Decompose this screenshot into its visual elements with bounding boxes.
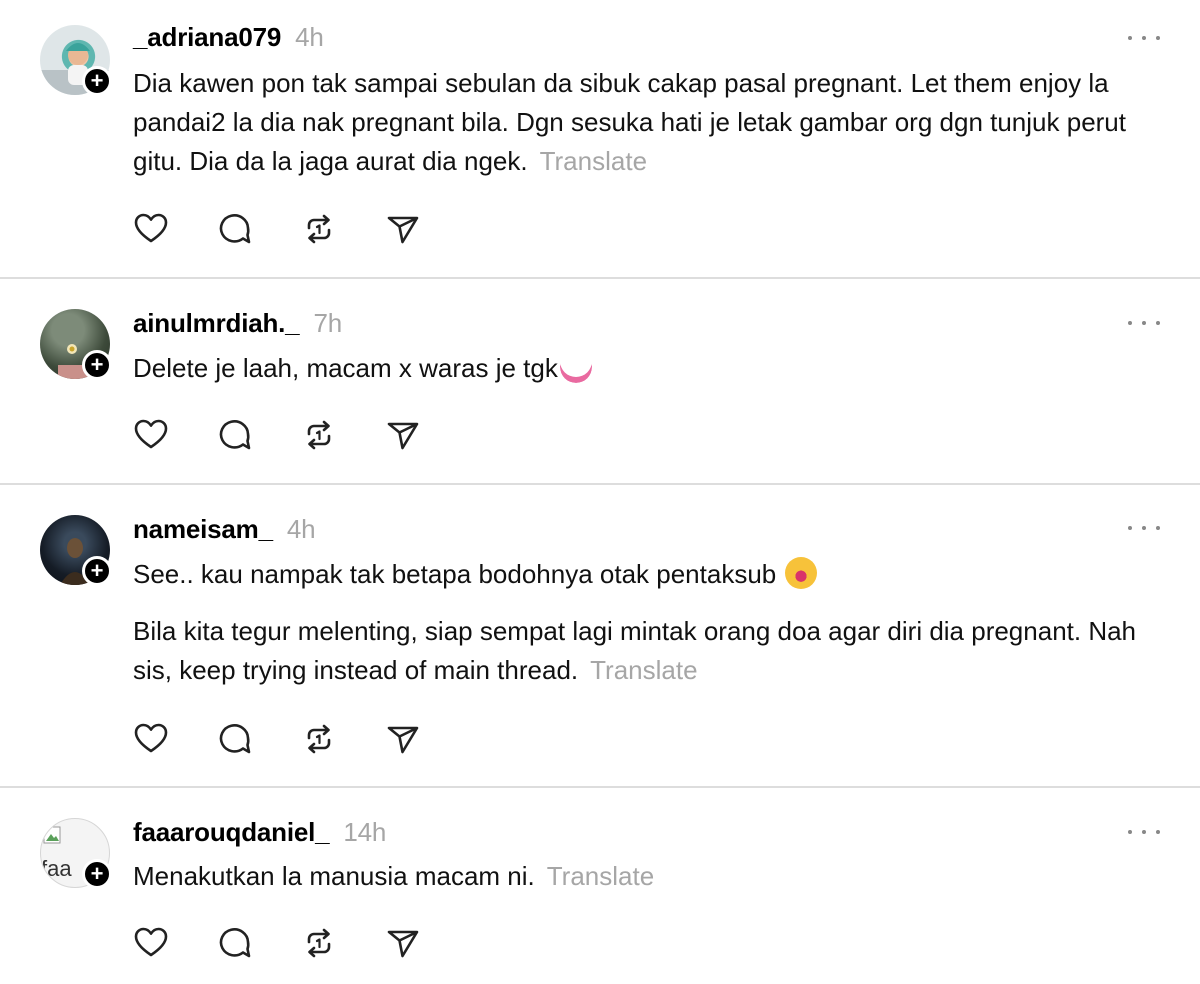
heart-icon[interactable] <box>133 211 169 247</box>
post-faaarouqdaniel: faa + faaarouqdaniel_ 14h Menakutkan la m… <box>0 789 1200 984</box>
follow-plus-icon[interactable]: + <box>82 350 112 380</box>
post-time[interactable]: 4h <box>295 22 324 52</box>
follow-plus-icon[interactable]: + <box>82 556 112 586</box>
post-ainulmrdiah: + ainulmrdiah._ 7h Delete je laah, macam … <box>0 280 1200 484</box>
action-bar <box>131 211 431 247</box>
comment-icon[interactable] <box>217 925 253 961</box>
post-header: nameisam_ 4h <box>133 514 316 545</box>
post-header: faaarouqdaniel_ 14h <box>133 817 386 848</box>
translate-link[interactable]: Translate <box>540 146 647 176</box>
username-link[interactable]: _adriana079 <box>133 22 281 52</box>
post-adriana079: + _adriana079 4h Dia kawen pon tak sampai… <box>0 0 1200 278</box>
avatar-alt-text: faa <box>41 856 72 881</box>
comment-icon[interactable] <box>217 721 253 757</box>
repost-icon[interactable] <box>301 721 337 757</box>
post-text: Menakutkan la manusia macam ni. Translate <box>133 857 1173 896</box>
translate-link[interactable]: Translate <box>590 655 697 685</box>
heart-icon[interactable] <box>133 721 169 757</box>
post-nameisam: + nameisam_ 4h See.. kau nampak tak betap… <box>0 486 1200 786</box>
repost-icon[interactable] <box>301 211 337 247</box>
more-options-icon[interactable] <box>1128 518 1160 538</box>
action-bar <box>131 417 431 453</box>
heart-icon[interactable] <box>133 417 169 453</box>
repost-icon[interactable] <box>301 925 337 961</box>
post-paragraph: Menakutkan la manusia macam ni. <box>133 861 535 891</box>
comment-icon[interactable] <box>217 211 253 247</box>
username-link[interactable]: nameisam_ <box>133 514 273 544</box>
repost-icon[interactable] <box>301 417 337 453</box>
post-text: See.. kau nampak tak betapa bodohnya ota… <box>133 555 1173 690</box>
post-time[interactable]: 4h <box>287 514 316 544</box>
post-header: _adriana079 4h <box>133 22 324 53</box>
rolling-laughing-emoji-icon <box>785 557 818 589</box>
username-link[interactable]: ainulmrdiah._ <box>133 308 300 338</box>
heart-icon[interactable] <box>133 925 169 961</box>
follow-plus-icon[interactable]: + <box>82 66 112 96</box>
action-bar <box>131 721 431 757</box>
post-text: Delete je laah, macam x waras je tgk <box>133 349 1173 388</box>
post-header: ainulmrdiah._ 7h <box>133 308 342 339</box>
share-icon[interactable] <box>385 925 421 961</box>
divider <box>0 786 1200 788</box>
action-bar <box>131 925 431 961</box>
divider <box>0 483 1200 485</box>
share-icon[interactable] <box>385 211 421 247</box>
share-icon[interactable] <box>385 417 421 453</box>
post-time[interactable]: 7h <box>313 308 342 338</box>
divider <box>0 277 1200 279</box>
username-link[interactable]: faaarouqdaniel_ <box>133 817 330 847</box>
post-time[interactable]: 14h <box>343 817 386 847</box>
translate-link[interactable]: Translate <box>547 861 654 891</box>
follow-plus-icon[interactable]: + <box>82 859 112 889</box>
clown-face-emoji-icon <box>559 351 592 383</box>
more-options-icon[interactable] <box>1128 313 1160 333</box>
more-options-icon[interactable] <box>1128 822 1160 842</box>
more-options-icon[interactable] <box>1128 28 1160 48</box>
post-paragraph: Delete je laah, macam x waras je tgk <box>133 353 558 383</box>
post-paragraph: See.. kau nampak tak betapa bodohnya ota… <box>133 559 777 589</box>
comment-icon[interactable] <box>217 417 253 453</box>
share-icon[interactable] <box>385 721 421 757</box>
post-text: Dia kawen pon tak sampai sebulan da sibu… <box>133 64 1173 181</box>
